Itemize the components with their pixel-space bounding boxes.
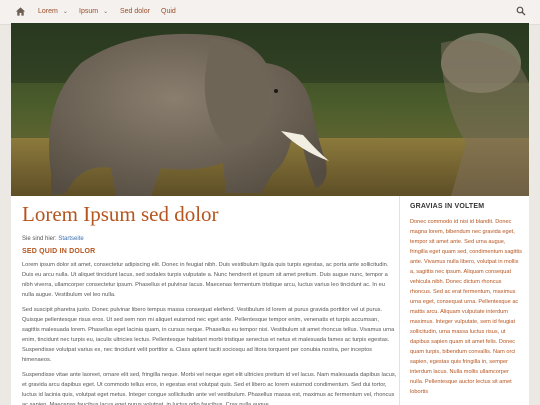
main-content: Lorem Ipsum sed dolor Sie sind hier: Sta… bbox=[22, 202, 398, 405]
nav-item-label: Lorem bbox=[38, 8, 58, 15]
sidebar-divider bbox=[399, 196, 400, 405]
chevron-down-icon: ⌄ bbox=[62, 9, 68, 15]
search-icon[interactable] bbox=[516, 6, 526, 16]
content-area: Lorem Ipsum sed dolor Sie sind hier: Sta… bbox=[11, 196, 529, 405]
section-title: SED QUID IN DOLOR bbox=[22, 248, 96, 255]
breadcrumb-prefix: Sie sind hier: bbox=[22, 236, 57, 242]
paragraph: Suspendisse vitae ante laoreet, ornare e… bbox=[22, 372, 397, 405]
nav-item-sed-dolor[interactable]: Sed dolor bbox=[120, 0, 150, 24]
breadcrumb-link-home[interactable]: Startseite bbox=[58, 236, 83, 242]
sidebar-title: GRAVIAS IN VOLTEM bbox=[410, 203, 485, 210]
top-navigation: Lorem ⌄ Ipsum ⌄ Sed dolor Quid bbox=[0, 0, 540, 25]
nav-item-ipsum[interactable]: Ipsum ⌄ bbox=[79, 0, 108, 24]
paragraph: Lorem ipsum dolor sit amet, consectetur … bbox=[22, 262, 389, 298]
chevron-down-icon: ⌄ bbox=[103, 9, 109, 15]
sidebar-text: Donec commodo id nisi id blandit. Donec … bbox=[410, 219, 522, 395]
nav-item-label: Ipsum bbox=[79, 8, 99, 15]
hero-image bbox=[11, 23, 529, 196]
elephant-photo bbox=[11, 23, 529, 196]
page-title: Lorem Ipsum sed dolor bbox=[22, 202, 219, 226]
sidebar: GRAVIAS IN VOLTEM Donec commodo id nisi … bbox=[410, 203, 522, 397]
breadcrumb: Sie sind hier: Startseite bbox=[22, 236, 398, 242]
nav-item-label: Quid bbox=[161, 8, 176, 15]
home-icon[interactable] bbox=[15, 6, 26, 17]
nav-item-label: Sed dolor bbox=[120, 8, 150, 15]
nav-item-lorem[interactable]: Lorem ⌄ bbox=[38, 0, 68, 24]
nav-item-quid[interactable]: Quid bbox=[161, 0, 176, 24]
paragraph: Sed suscipit pharetra justo. Donec pulvi… bbox=[22, 307, 395, 363]
